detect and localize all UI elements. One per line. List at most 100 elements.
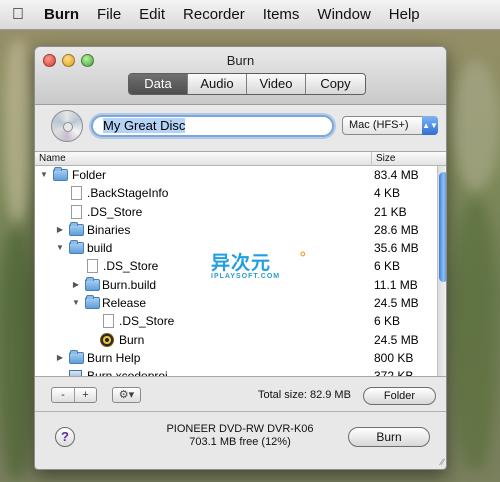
item-size: 35.6 MB	[374, 241, 419, 256]
filesystem-value: Mac (HFS+)	[349, 119, 409, 131]
scroll-thumb[interactable]	[439, 172, 446, 282]
document-icon	[71, 204, 82, 219]
document-icon	[103, 314, 114, 329]
menu-bar:  Burn File Edit Recorder Items Window H…	[0, 0, 500, 30]
mode-tabs: Data Audio Video Copy	[128, 73, 366, 95]
item-name: Burn.build	[102, 277, 157, 292]
disc-name-field[interactable]: My Great Disc	[91, 115, 334, 137]
list-toolbar: - + ⚙▾ Total size: 82.9 MB Folder	[35, 379, 446, 411]
folder-icon	[69, 349, 84, 364]
remove-button[interactable]: -	[52, 388, 74, 402]
tab-data[interactable]: Data	[129, 74, 188, 94]
disclosure-open-icon[interactable]: ▼	[39, 166, 49, 184]
burn-window: Burn Data Audio Video Copy My Great Disc…	[34, 46, 447, 470]
total-size: Total size: 82.9 MB	[258, 389, 351, 401]
item-size: 24.5 MB	[374, 332, 419, 347]
list-item[interactable]: .DS_Store 6 KB	[35, 312, 446, 330]
tab-video[interactable]: Video	[247, 74, 306, 94]
wifi-icon: ⚬	[297, 246, 309, 262]
item-name: .DS_Store	[87, 204, 143, 219]
item-name: Release	[102, 296, 147, 311]
list-item[interactable]: ▶ Burn Help 800 KB	[35, 349, 446, 367]
folder-icon	[53, 167, 68, 181]
list-item[interactable]: Burn 24.5 MB	[35, 331, 446, 349]
menu-recorder[interactable]: Recorder	[174, 6, 254, 23]
item-size: 28.6 MB	[374, 222, 419, 237]
disclosure-closed-icon[interactable]: ▶	[71, 276, 81, 294]
item-size: 11.1 MB	[374, 277, 418, 292]
disc-row: My Great Disc Mac (HFS+) ▲▼	[35, 105, 446, 151]
item-size: 6 KB	[374, 314, 401, 329]
disclosure-open-icon[interactable]: ▼	[71, 294, 81, 312]
menu-edit[interactable]: Edit	[130, 6, 174, 23]
add-button[interactable]: +	[74, 388, 96, 402]
item-name: build	[87, 241, 113, 256]
folder-icon	[85, 276, 100, 291]
item-size: 21 KB	[374, 204, 407, 219]
menu-file[interactable]: File	[88, 6, 130, 23]
column-header-size[interactable]: Size	[371, 152, 395, 166]
list-item[interactable]: .BackStageInfo 4 KB	[35, 184, 446, 202]
device-info: PIONEER DVD-RW DVR-K06 703.1 MB free (12…	[155, 423, 325, 449]
new-folder-button[interactable]: Folder	[363, 387, 436, 405]
item-name: Burn.xcodeproj	[87, 369, 168, 377]
background-blur	[4, 40, 32, 220]
disclosure-closed-icon[interactable]: ▶	[55, 221, 65, 239]
disclosure-open-icon[interactable]: ▼	[55, 239, 65, 257]
watermark-url: IPLAYSOFT.COM	[211, 273, 281, 280]
chevron-updown-icon: ▲▼	[422, 116, 438, 135]
item-size: 83.4 MB	[374, 168, 419, 182]
disc-name-text: My Great Disc	[103, 118, 186, 133]
item-name: .DS_Store	[119, 314, 175, 329]
item-name: Folder	[72, 168, 107, 182]
list-item[interactable]: Burn.xcodeproj 372 KB	[35, 367, 446, 377]
item-size: 800 KB	[374, 350, 414, 365]
background-blur	[0, 230, 32, 480]
document-icon	[87, 259, 98, 274]
tab-copy[interactable]: Copy	[306, 74, 365, 94]
background-blur	[455, 200, 495, 470]
item-size: 24.5 MB	[374, 296, 419, 311]
disclosure-closed-icon[interactable]: ▶	[55, 349, 65, 367]
list-item[interactable]: ▶ Binaries 28.6 MB	[35, 221, 446, 239]
folder-icon	[69, 221, 84, 236]
file-list: Name Size ▼ Folder 83.4 MB .BackStageInf…	[35, 151, 446, 377]
column-header-name[interactable]: Name	[39, 152, 66, 165]
window-title: Burn	[226, 53, 255, 68]
xcode-project-icon	[69, 370, 82, 376]
disc-icon	[51, 110, 83, 142]
gear-menu-button[interactable]: ⚙▾	[112, 387, 141, 403]
menu-window[interactable]: Window	[308, 6, 379, 23]
menu-app-name[interactable]: Burn	[36, 6, 88, 23]
add-remove-control: - +	[51, 387, 97, 403]
list-header: Name Size	[35, 152, 446, 166]
item-size: 6 KB	[374, 259, 401, 274]
title-bar[interactable]: Burn Data Audio Video Copy	[35, 47, 446, 105]
menu-items[interactable]: Items	[254, 6, 309, 23]
watermark-logo: 异次元 IPLAYSOFT.COM ⚬	[211, 246, 331, 280]
watermark-text: 异次元	[211, 253, 272, 274]
resize-grip-icon[interactable]: ∕∕	[441, 457, 444, 467]
tab-audio[interactable]: Audio	[188, 74, 247, 94]
burn-app-icon	[100, 332, 114, 347]
filesystem-select[interactable]: Mac (HFS+) ▲▼	[342, 116, 438, 135]
apple-menu-icon[interactable]: 	[0, 6, 36, 24]
list-item[interactable]: .DS_Store 21 KB	[35, 203, 446, 221]
folder-icon	[69, 240, 84, 255]
item-name: Binaries	[87, 222, 131, 237]
folder-icon	[85, 295, 100, 310]
background-blur	[452, 60, 500, 190]
menu-help[interactable]: Help	[380, 6, 429, 23]
divider	[35, 411, 446, 412]
item-size: 372 KB	[374, 369, 414, 377]
item-name: Burn	[119, 332, 145, 347]
help-button[interactable]: ?	[55, 427, 75, 447]
burn-button[interactable]: Burn	[348, 427, 430, 447]
item-size: 4 KB	[374, 186, 401, 201]
list-item[interactable]: ▼ Release 24.5 MB	[35, 294, 446, 312]
list-item[interactable]: ▼ Folder 83.4 MB	[35, 166, 446, 184]
item-name: .BackStageInfo	[87, 186, 169, 201]
device-free-space: 703.1 MB free (12%)	[189, 436, 291, 448]
vertical-scrollbar[interactable]	[437, 166, 446, 376]
device-name: PIONEER DVD-RW DVR-K06	[166, 423, 314, 435]
